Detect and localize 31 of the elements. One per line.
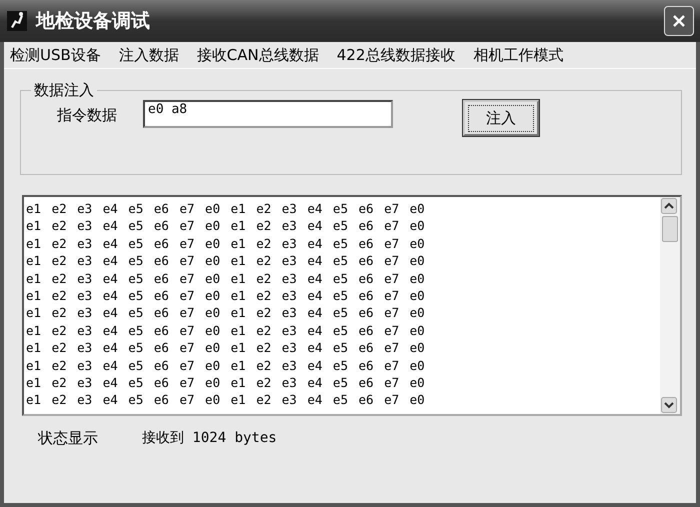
- output-line: e1 e2 e3 e4 e5 e6 e7 e0 e1 e2 e3 e4 e5 e6 e7 e0: [26, 304, 426, 322]
- scroll-up-icon[interactable]: [661, 198, 677, 214]
- output-line: e1 e2 e3 e4 e5 e6 e7 e0 e1 e2 e3 e4 e5 e6 e7 e0: [26, 270, 426, 288]
- output-line: e1 e2 e3 e4 e5 e6 e7 e0 e1 e2 e3 e4 e5 e6 e7 e0: [26, 374, 426, 392]
- output-line: e1 e2 e3 e4 e5 e6 e7 e0 e1 e2 e3 e4 e5 e6 e7 e0: [26, 252, 426, 270]
- menu-item[interactable]: 接收CAN总线数据: [196, 46, 319, 64]
- input-field[interactable]: e0 a8: [143, 100, 393, 128]
- window-title: 地检设备调试: [36, 9, 151, 34]
- output-line: e1 e2 e3 e4 e5 e6 e7 e0 e1 e2 e3 e4 e5 e6 e7 e0: [26, 356, 426, 374]
- output-line: e1 e2 e3 e4 e5 e6 e7 e0 e1 e2 e3 e4 e5 e6 e7 e0: [26, 234, 426, 252]
- close-button[interactable]: [664, 6, 694, 36]
- scrollbar[interactable]: [660, 197, 680, 414]
- status-text: 接收到 1024 bytes: [142, 429, 277, 447]
- app-icon: [6, 10, 28, 32]
- close-icon: [672, 14, 686, 28]
- menu-item[interactable]: 注入数据: [118, 46, 179, 64]
- inject-button[interactable]: 注入: [463, 100, 539, 136]
- output-line: e1 e2 e3 e4 e5 e6 e7 e0 e1 e2 e3 e4 e5 e6 e7 e0: [26, 200, 426, 218]
- menu-item[interactable]: 检测USB设备: [10, 46, 101, 64]
- group-title: 数据注入: [33, 81, 95, 100]
- output-line: e1 e2 e3 e4 e5 e6 e7 e0 e1 e2 e3 e4 e5 e6 e7 e0: [26, 339, 426, 357]
- status-label: 状态显示: [38, 428, 99, 448]
- scroll-down-icon[interactable]: [661, 397, 677, 413]
- output-line: e1 e2 e3 e4 e5 e6 e7 e0 e1 e2 e3 e4 e5 e6 e7 e0: [26, 217, 426, 235]
- scroll-thumb[interactable]: [662, 216, 678, 242]
- menu-item[interactable]: 相机工作模式: [473, 46, 564, 64]
- field-label: 指令数据: [57, 106, 117, 125]
- menu-item[interactable]: 422总线数据接收: [336, 46, 456, 64]
- output-line: e1 e2 e3 e4 e5 e6 e7 e0 e1 e2 e3 e4 e5 e6 e7 e0: [26, 322, 426, 340]
- output-line: e1 e2 e3 e4 e5 e6 e7 e0 e1 e2 e3 e4 e5 e6 e7 e0: [26, 391, 426, 409]
- output-line: e1 e2 e3 e4 e5 e6 e7 e0 e1 e2 e3 e4 e5 e6 e7 e0: [26, 287, 426, 304]
